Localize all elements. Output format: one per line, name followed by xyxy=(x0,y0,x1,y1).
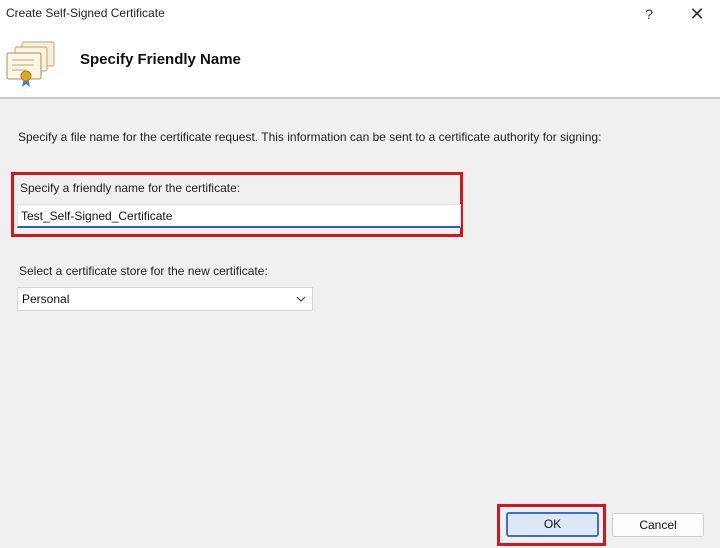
dialog-body: Specify a file name for the certificate … xyxy=(0,99,720,548)
page-title: Specify Friendly Name xyxy=(80,51,241,68)
window-title: Create Self-Signed Certificate xyxy=(6,6,165,20)
title-bar: Create Self-Signed Certificate ? ✕ xyxy=(0,0,720,30)
cancel-button[interactable]: Cancel xyxy=(612,513,704,537)
intro-text: Specify a file name for the certificate … xyxy=(18,130,602,144)
dialog-header: Specify Friendly Name xyxy=(0,30,720,97)
close-button[interactable]: ✕ xyxy=(684,3,710,25)
certificate-icon xyxy=(6,41,55,87)
certificate-store-select[interactable]: Personal xyxy=(17,287,313,311)
chevron-down-icon xyxy=(296,296,306,302)
certificate-store-label: Select a certificate store for the new c… xyxy=(19,264,268,278)
ok-button[interactable]: OK xyxy=(506,512,599,537)
help-button[interactable]: ? xyxy=(638,3,660,25)
friendly-name-input[interactable] xyxy=(17,204,461,228)
friendly-name-label: Specify a friendly name for the certific… xyxy=(20,181,241,195)
certificate-store-value: Personal xyxy=(22,292,70,306)
